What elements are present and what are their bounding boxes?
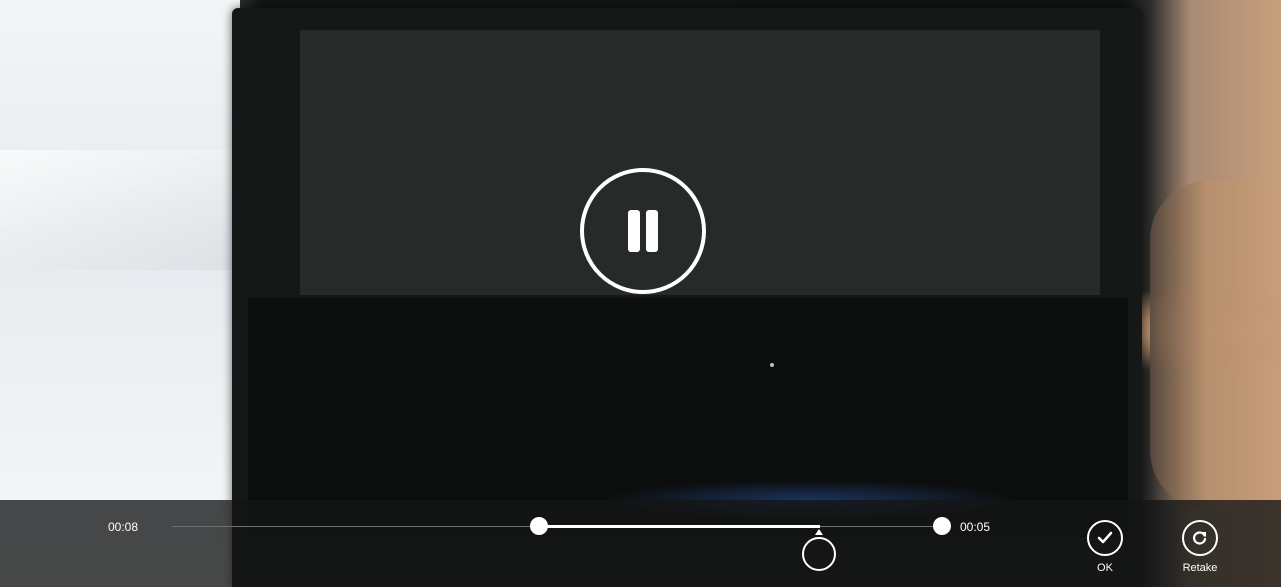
- start-time-label: 00:08: [108, 520, 139, 534]
- retake-button[interactable]: Retake: [1170, 520, 1230, 574]
- checkmark-icon: [1087, 520, 1123, 556]
- pause-icon-bar: [646, 210, 658, 252]
- ok-button[interactable]: OK: [1075, 520, 1135, 574]
- light-speck: [770, 363, 774, 367]
- pause-icon: [628, 210, 640, 252]
- playhead-pointer: [815, 529, 823, 535]
- end-time-label: 00:05: [960, 520, 991, 534]
- camera-video-review: 00:08 00:05 OK Retake: [0, 0, 1281, 587]
- trim-control-bar: 00:08 00:05 OK Retake: [0, 500, 1281, 587]
- retake-icon: [1182, 520, 1218, 556]
- retake-label: Retake: [1182, 562, 1218, 574]
- trim-end-handle[interactable]: [933, 517, 951, 535]
- timeline-selected-range[interactable]: [546, 525, 820, 528]
- pause-button[interactable]: [580, 168, 706, 294]
- playhead-handle[interactable]: [802, 537, 836, 571]
- timeline-track-left[interactable]: [172, 526, 537, 527]
- timeline-track-right[interactable]: [820, 526, 935, 527]
- ok-label: OK: [1097, 562, 1113, 574]
- background-finger: [1150, 180, 1281, 510]
- trim-start-handle[interactable]: [530, 517, 548, 535]
- background-paper: [0, 0, 240, 587]
